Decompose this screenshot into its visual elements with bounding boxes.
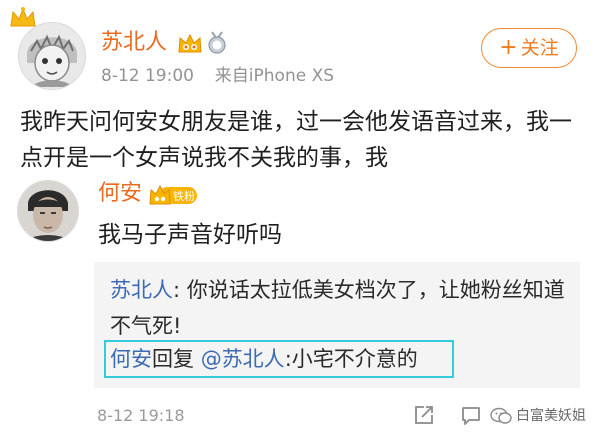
- commenter-avatar[interactable]: [17, 180, 79, 242]
- fan-badge: 铁粉: [149, 183, 199, 211]
- plus-icon: +: [499, 35, 518, 60]
- crown-icon: [8, 6, 38, 34]
- follow-button[interactable]: + 关注: [481, 28, 577, 68]
- post-timestamp: 8-12 19:00: [101, 66, 194, 86]
- post-body: 我昨天问何安女朋友是谁，过一会他发语音过来，我一点开是一个女声说我不关我的事，我: [20, 109, 572, 171]
- follow-label: 关注: [520, 37, 559, 59]
- comment-timestamp: 8-12 19:18: [97, 406, 185, 425]
- commenter-name[interactable]: 何安: [98, 181, 142, 207]
- fan-badge-label: 铁粉: [173, 190, 195, 203]
- comment-icon[interactable]: [460, 404, 482, 430]
- post-meta: 8-12 19:00 来自iPhone XS: [101, 66, 334, 86]
- reply-author[interactable]: 苏北人: [110, 278, 173, 302]
- share-icon[interactable]: [413, 404, 435, 430]
- watermark-text: 白富美妖姐: [516, 408, 586, 424]
- post-source: 来自iPhone XS: [214, 66, 335, 86]
- medal-icon: [206, 31, 228, 59]
- wechat-icon: [490, 407, 512, 424]
- comment-body: 我马子声音好听吗: [98, 222, 282, 248]
- highlight-box: [104, 340, 454, 378]
- reply-separator: :: [173, 278, 181, 302]
- reply-item[interactable]: 苏北人: 你说话太拉低美女档次了，让她粉丝知道不气死!: [110, 272, 566, 344]
- vip-badge-icon: [176, 31, 204, 59]
- post-author-name[interactable]: 苏北人: [101, 30, 167, 56]
- watermark: 白富美妖姐: [490, 405, 586, 427]
